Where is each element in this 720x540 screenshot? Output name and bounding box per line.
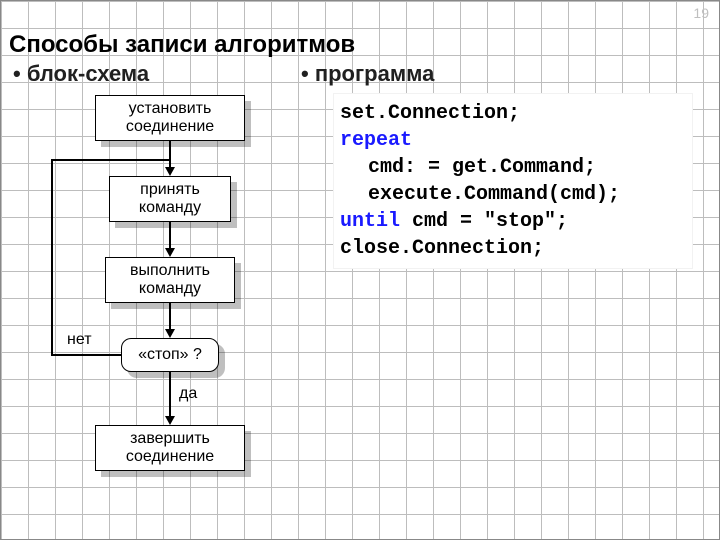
code-line-2-kw: repeat bbox=[340, 129, 412, 152]
flowchart-step-5: завершить соединение bbox=[95, 425, 245, 471]
connector bbox=[169, 372, 171, 418]
arrowhead-icon bbox=[165, 329, 175, 338]
flowchart-decision: «стоп» ? bbox=[121, 338, 219, 372]
code-line-3: cmd: = get.Command; bbox=[368, 156, 596, 179]
flowchart-step-1: установить соединение bbox=[95, 95, 245, 141]
code-line-1: set.Connection; bbox=[340, 102, 520, 125]
arrowhead-icon bbox=[165, 416, 175, 425]
right-column-heading: • программа bbox=[301, 61, 434, 87]
left-column-heading: • блок-схема bbox=[13, 61, 149, 87]
flowchart-step-2: принять команду bbox=[109, 176, 231, 222]
code-line-5-rest: cmd = "stop"; bbox=[400, 210, 568, 233]
program-code-box: set.Connection; repeat cmd: = get.Comman… bbox=[333, 93, 693, 269]
page-number: 19 bbox=[693, 5, 709, 21]
code-line-6: close.Connection; bbox=[340, 237, 544, 260]
flowchart-step-3: выполнить команду bbox=[105, 257, 235, 303]
connector bbox=[51, 159, 53, 356]
connector bbox=[51, 159, 170, 161]
arrowhead-icon bbox=[165, 167, 175, 176]
arrowhead-icon bbox=[165, 248, 175, 257]
connector bbox=[51, 354, 121, 356]
connector bbox=[169, 303, 171, 331]
connector bbox=[169, 222, 171, 250]
connector bbox=[169, 141, 171, 169]
slide-canvas: 19 Способы записи алгоритмов • блок-схем… bbox=[0, 0, 720, 540]
code-line-4: execute.Command(cmd); bbox=[368, 183, 620, 206]
code-line-5-kw: until bbox=[340, 210, 400, 233]
slide-title: Способы записи алгоритмов bbox=[9, 31, 355, 59]
decision-no-label: нет bbox=[67, 331, 92, 349]
decision-yes-label: да bbox=[179, 385, 197, 403]
